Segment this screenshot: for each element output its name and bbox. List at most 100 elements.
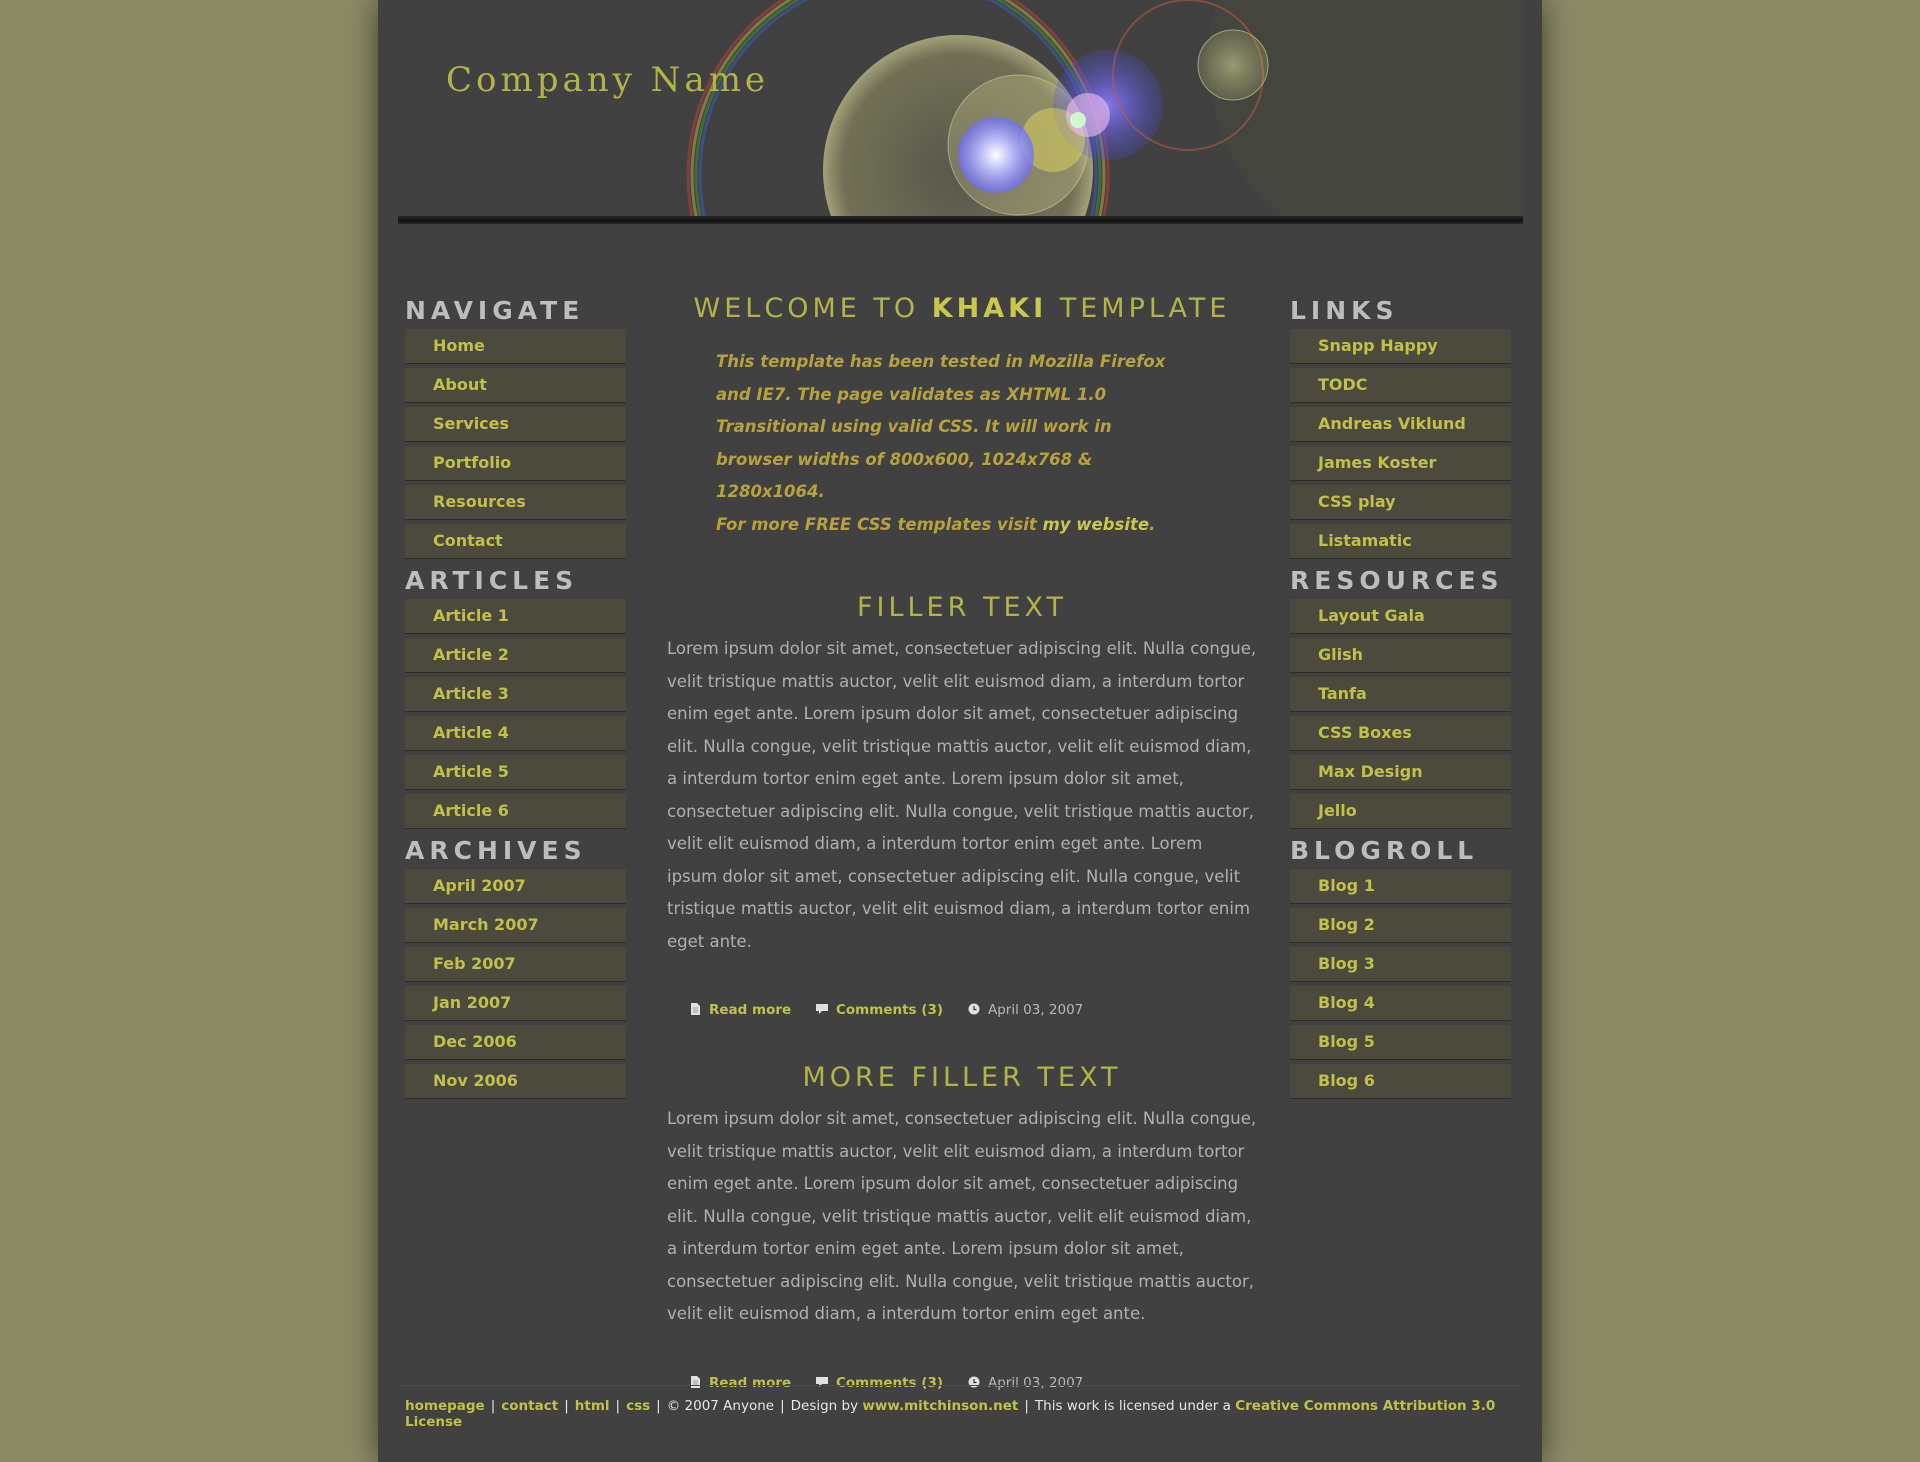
- menu-item-label[interactable]: Home: [433, 336, 485, 355]
- post-date-text: April 03, 2007: [988, 1002, 1084, 1018]
- menu-item-label[interactable]: Blog 1: [1318, 876, 1375, 895]
- menu-item-label[interactable]: Listamatic: [1318, 531, 1412, 550]
- menu-item-label[interactable]: Article 4: [433, 723, 509, 742]
- menu-item-link[interactable]: James Koster: [1290, 446, 1511, 481]
- intro-end: .: [1149, 514, 1156, 534]
- read-more-label[interactable]: Read more: [709, 1002, 791, 1018]
- menu-item-resource[interactable]: Max Design: [1290, 755, 1511, 790]
- post-date: April 03, 2007: [968, 1002, 1083, 1018]
- menu-item-label[interactable]: Blog 2: [1318, 915, 1375, 934]
- menu-item-label[interactable]: Blog 6: [1318, 1071, 1375, 1090]
- menu-item-archive[interactable]: Jan 2007: [405, 986, 626, 1021]
- menu-item-label[interactable]: CSS play: [1318, 492, 1396, 511]
- menu-item-archive[interactable]: Nov 2006: [405, 1064, 626, 1099]
- menu-item-blog[interactable]: Blog 4: [1290, 986, 1511, 1021]
- menu-item-blog[interactable]: Blog 6: [1290, 1064, 1511, 1099]
- menu-item-label[interactable]: Portfolio: [433, 453, 511, 472]
- menu-item-label[interactable]: Resources: [433, 492, 526, 511]
- menu-item-article-6[interactable]: Article 6: [405, 794, 626, 829]
- read-more-link[interactable]: Read more: [689, 1002, 791, 1018]
- navigate-menu: Home About Services Portfolio Resources …: [405, 329, 626, 559]
- menu-item-label[interactable]: About: [433, 375, 487, 394]
- menu-item-link[interactable]: CSS play: [1290, 485, 1511, 520]
- post: FILLER TEXT Lorem ipsum dolor sit amet, …: [667, 592, 1257, 1022]
- menu-item-label[interactable]: Article 5: [433, 762, 509, 781]
- lens-flare-graphic: [686, 0, 1523, 216]
- menu-item-label[interactable]: March 2007: [433, 915, 539, 934]
- menu-item-article-5[interactable]: Article 5: [405, 755, 626, 790]
- menu-item-article-3[interactable]: Article 3: [405, 677, 626, 712]
- footer-link-homepage[interactable]: homepage: [405, 1398, 485, 1414]
- main-content: WELCOME TO KHAKI TEMPLATE This template …: [667, 293, 1257, 1395]
- menu-item-label[interactable]: Blog 3: [1318, 954, 1375, 973]
- menu-item-label[interactable]: Article 3: [433, 684, 509, 703]
- menu-item-link[interactable]: TODC: [1290, 368, 1511, 403]
- post: MORE FILLER TEXT Lorem ipsum dolor sit a…: [667, 1062, 1257, 1395]
- menu-item-services[interactable]: Services: [405, 407, 626, 442]
- menu-item-label[interactable]: Jan 2007: [433, 993, 511, 1012]
- menu-item-label[interactable]: Layout Gala: [1318, 606, 1425, 625]
- archives-menu: April 2007 March 2007 Feb 2007 Jan 2007 …: [405, 869, 626, 1099]
- menu-item-label[interactable]: Article 1: [433, 606, 509, 625]
- menu-item-portfolio[interactable]: Portfolio: [405, 446, 626, 481]
- section-heading-resources: RESOURCES: [1290, 566, 1504, 595]
- menu-item-blog[interactable]: Blog 1: [1290, 869, 1511, 904]
- section-heading-blogroll: BLOGROLL: [1290, 836, 1479, 865]
- footer-separator: |: [490, 1398, 496, 1414]
- menu-item-resource[interactable]: Jello: [1290, 794, 1511, 829]
- menu-item-label[interactable]: Blog 4: [1318, 993, 1375, 1012]
- speech-bubble-icon: [816, 1004, 828, 1014]
- footer-license-text: This work is licensed under a: [1034, 1398, 1231, 1414]
- menu-item-blog[interactable]: Blog 3: [1290, 947, 1511, 982]
- comments-link[interactable]: Comments (3): [816, 1002, 943, 1018]
- menu-item-archive[interactable]: March 2007: [405, 908, 626, 943]
- menu-item-label[interactable]: Article 6: [433, 801, 509, 820]
- menu-item-about[interactable]: About: [405, 368, 626, 403]
- menu-item-link[interactable]: Snapp Happy: [1290, 329, 1511, 364]
- menu-item-blog[interactable]: Blog 2: [1290, 908, 1511, 943]
- menu-item-link[interactable]: Listamatic: [1290, 524, 1511, 559]
- menu-item-label[interactable]: James Koster: [1318, 453, 1436, 472]
- menu-item-blog[interactable]: Blog 5: [1290, 1025, 1511, 1060]
- menu-item-resource[interactable]: Glish: [1290, 638, 1511, 673]
- blogroll-menu: Blog 1 Blog 2 Blog 3 Blog 4 Blog 5 Blog …: [1290, 869, 1511, 1099]
- footer-link-html[interactable]: html: [575, 1398, 610, 1414]
- menu-item-label[interactable]: Feb 2007: [433, 954, 516, 973]
- comments-label[interactable]: Comments (3): [836, 1002, 943, 1018]
- menu-item-label[interactable]: Glish: [1318, 645, 1363, 664]
- menu-item-contact[interactable]: Contact: [405, 524, 626, 559]
- menu-item-archive[interactable]: Dec 2006: [405, 1025, 626, 1060]
- menu-item-archive[interactable]: April 2007: [405, 869, 626, 904]
- menu-item-label[interactable]: Blog 5: [1318, 1032, 1375, 1051]
- menu-item-label[interactable]: Jello: [1318, 801, 1357, 820]
- menu-item-label[interactable]: Article 2: [433, 645, 509, 664]
- menu-item-resources[interactable]: Resources: [405, 485, 626, 520]
- menu-item-label[interactable]: Nov 2006: [433, 1071, 518, 1090]
- menu-item-label[interactable]: Snapp Happy: [1318, 336, 1438, 355]
- footer-separator: |: [615, 1398, 621, 1414]
- menu-item-label[interactable]: Contact: [433, 531, 503, 550]
- menu-item-article-2[interactable]: Article 2: [405, 638, 626, 673]
- menu-item-label[interactable]: Tanfa: [1318, 684, 1367, 703]
- menu-item-archive[interactable]: Feb 2007: [405, 947, 626, 982]
- company-name[interactable]: Company Name: [446, 60, 769, 100]
- intro-paragraph: This template has been tested in Mozilla…: [716, 346, 1186, 541]
- menu-item-resource[interactable]: Tanfa: [1290, 677, 1511, 712]
- menu-item-article-4[interactable]: Article 4: [405, 716, 626, 751]
- menu-item-resource[interactable]: CSS Boxes: [1290, 716, 1511, 751]
- menu-item-label[interactable]: April 2007: [433, 876, 526, 895]
- menu-item-home[interactable]: Home: [405, 329, 626, 364]
- menu-item-link[interactable]: Andreas Viklund: [1290, 407, 1511, 442]
- menu-item-label[interactable]: Dec 2006: [433, 1032, 517, 1051]
- footer-link-css[interactable]: css: [626, 1398, 650, 1414]
- footer-link-contact[interactable]: contact: [501, 1398, 558, 1414]
- menu-item-label[interactable]: Services: [433, 414, 509, 433]
- menu-item-resource[interactable]: Layout Gala: [1290, 599, 1511, 634]
- menu-item-label[interactable]: CSS Boxes: [1318, 723, 1412, 742]
- menu-item-label[interactable]: TODC: [1318, 375, 1368, 394]
- menu-item-label[interactable]: Andreas Viklund: [1318, 414, 1466, 433]
- menu-item-label[interactable]: Max Design: [1318, 762, 1423, 781]
- menu-item-article-1[interactable]: Article 1: [405, 599, 626, 634]
- my-website-link[interactable]: my website: [1043, 515, 1150, 534]
- footer-designer-link[interactable]: www.mitchinson.net: [862, 1398, 1018, 1414]
